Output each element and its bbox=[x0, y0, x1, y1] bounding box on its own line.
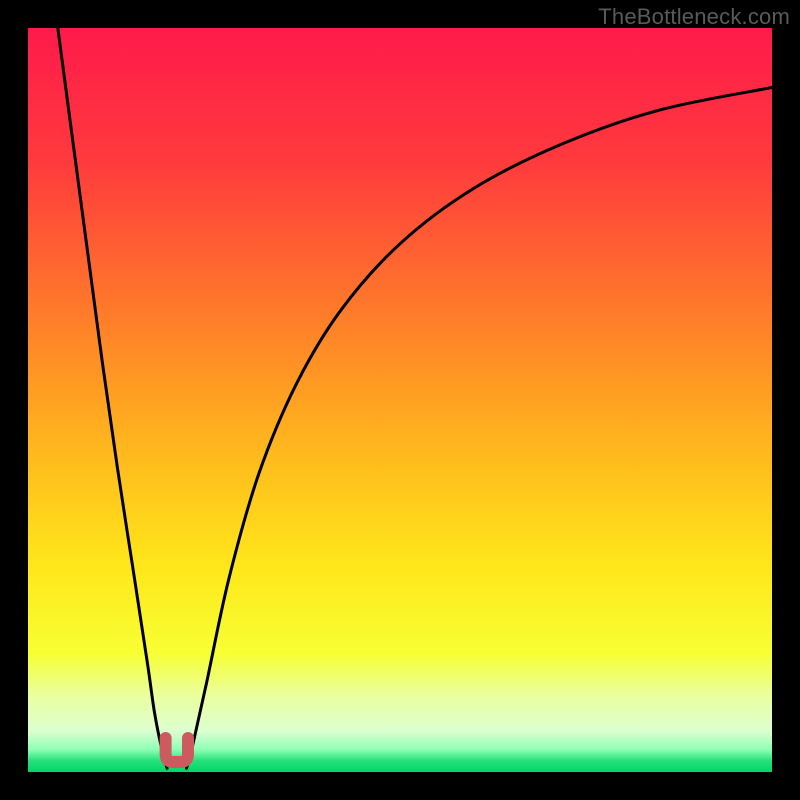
chart-frame: TheBottleneck.com bbox=[0, 0, 800, 800]
watermark-text: TheBottleneck.com bbox=[598, 4, 790, 30]
bottleneck-curve bbox=[28, 28, 772, 772]
curve-right-branch bbox=[187, 88, 773, 769]
curve-left-branch bbox=[58, 28, 167, 768]
minimum-marker bbox=[166, 738, 188, 762]
plot-area bbox=[28, 28, 772, 772]
